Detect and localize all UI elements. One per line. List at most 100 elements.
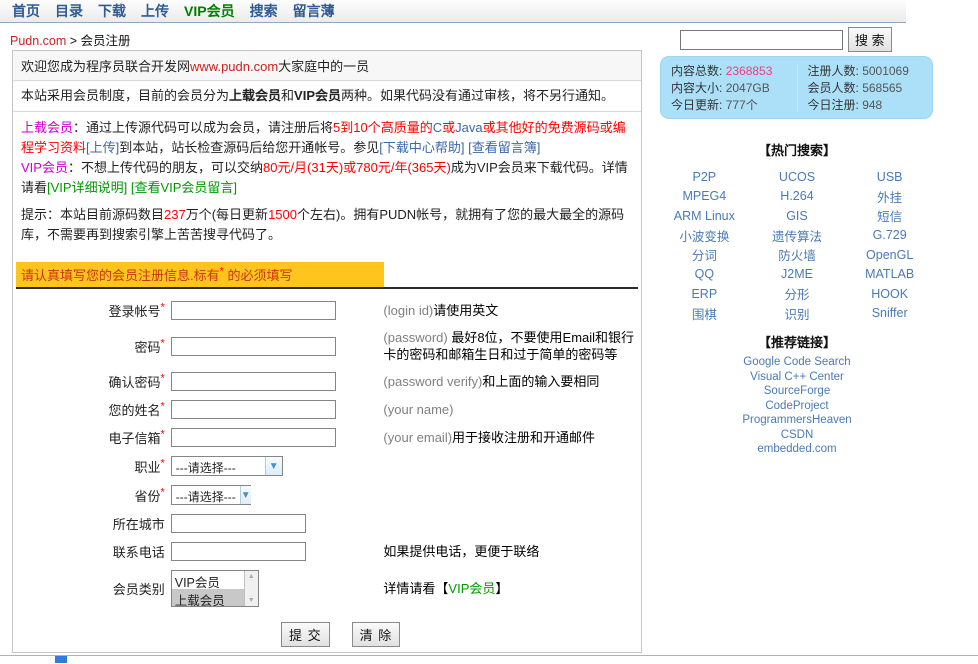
listbox-scrollbar[interactable]: ▲▼ xyxy=(244,571,258,606)
login-id-input[interactable] xyxy=(171,301,336,320)
hot-link[interactable]: 小波变换 xyxy=(658,226,751,246)
hot-link[interactable]: USB xyxy=(843,167,936,187)
hot-link[interactable]: 识别 xyxy=(751,304,844,324)
hot-link[interactable]: HOOK xyxy=(843,284,936,304)
recommended-links-panel: 【推荐链接】 Google Code Search Visual C++ Cen… xyxy=(658,332,936,457)
member-types-paragraph: 上载会员：通过上传源代码可以成为会员，请注册后将5到10个高质量的C或Java或… xyxy=(13,112,641,198)
clear-button[interactable]: 清 除 xyxy=(352,622,401,647)
password-input[interactable] xyxy=(171,337,336,356)
nav-download[interactable]: 下载 xyxy=(98,1,126,21)
hot-link[interactable]: MATLAB xyxy=(843,265,936,285)
stat-today-registered: 今日注册: 948 xyxy=(808,97,923,114)
nav-guestbook[interactable]: 留言薄 xyxy=(293,1,335,21)
form-row-phone: 联系电话 如果提供电话，更便于联络 xyxy=(13,542,641,561)
form-row-member-type: 会员类别 VIP会员 上载会员 ▲▼ 详情请看【VIP会员】 xyxy=(13,570,641,607)
nav-home[interactable]: 首页 xyxy=(12,1,40,21)
stat-content-size: 内容大小: 2047GB xyxy=(671,80,797,97)
hot-link[interactable]: G.729 xyxy=(843,226,936,246)
vip-member-link[interactable]: VIP会员 xyxy=(448,581,495,596)
province-select[interactable]: ---请选择---▼ xyxy=(171,485,251,505)
c-link[interactable]: C xyxy=(433,120,442,135)
hot-link[interactable]: QQ xyxy=(658,265,751,285)
search-input[interactable] xyxy=(680,30,843,50)
download-help-link[interactable]: [下载中心帮助] xyxy=(379,140,464,155)
hot-link[interactable]: UCOS xyxy=(751,167,844,187)
site-stats-panel: 内容总数: 2368853 内容大小: 2047GB 今日更新: 777个 注册… xyxy=(660,56,933,119)
breadcrumb: Pudn.com > 会员注册 xyxy=(10,30,131,49)
rec-link-embedded[interactable]: embedded.com xyxy=(658,442,936,457)
nav-search[interactable]: 搜索 xyxy=(250,1,278,21)
stats-left-column: 内容总数: 2368853 内容大小: 2047GB 今日更新: 777个 xyxy=(671,63,797,112)
hot-link[interactable]: P2P xyxy=(658,167,751,187)
upload-member-label: 上载会员 xyxy=(21,120,73,135)
hot-link[interactable]: 分词 xyxy=(658,245,751,265)
hot-link[interactable]: 围棋 xyxy=(658,304,751,324)
hot-link[interactable]: ARM Linux xyxy=(658,206,751,226)
nav-catalog[interactable]: 目录 xyxy=(55,1,83,21)
hot-link[interactable]: MPEG4 xyxy=(658,187,751,207)
recommended-links-title: 【推荐链接】 xyxy=(658,332,936,351)
registration-form: 登录帐号* (login id)请使用英文 密码* (password) 最好8… xyxy=(13,289,641,647)
hot-link[interactable]: GIS xyxy=(751,206,844,226)
rec-link-sourceforge[interactable]: SourceForge xyxy=(658,384,936,399)
stats-right-column: 注册人数: 5001069 会员人数: 568565 今日注册: 948 xyxy=(797,63,923,112)
breadcrumb-site-link[interactable]: Pudn.com xyxy=(10,34,66,48)
hot-link[interactable]: 分形 xyxy=(751,284,844,304)
form-row-occupation: 职业* ---请选择---▼ xyxy=(13,456,641,476)
view-guestbook-link[interactable]: [查看留言簿] xyxy=(468,140,540,155)
occupation-select[interactable]: ---请选择---▼ xyxy=(171,456,283,476)
hot-link[interactable]: ERP xyxy=(658,284,751,304)
rec-link-codeproject[interactable]: CodeProject xyxy=(658,399,936,414)
hot-search-panel: 【热门搜索】 P2PUCOSUSB MPEG4H.264外挂 ARM Linux… xyxy=(658,140,936,323)
pudn-home-link[interactable]: www.pudn.com xyxy=(190,59,278,74)
hot-link[interactable]: 防火墙 xyxy=(751,245,844,265)
hot-search-table: P2PUCOSUSB MPEG4H.264外挂 ARM LinuxGIS短信 小… xyxy=(658,167,936,323)
submit-button[interactable]: 提 交 xyxy=(281,622,330,647)
java-link[interactable]: Java xyxy=(455,120,482,135)
email-input[interactable] xyxy=(171,428,336,447)
scroll-up-icon: ▲ xyxy=(248,573,255,580)
form-row-password-verify: 确认密码* (password verify)和上面的输入要相同 xyxy=(13,372,641,391)
search-button[interactable]: 搜 索 xyxy=(848,27,892,52)
password-verify-input[interactable] xyxy=(171,372,336,391)
stat-registered-users: 注册人数: 5001069 xyxy=(808,63,923,80)
top-navbar: 首页 目录 下载 上传 VIP会员 搜索 留言薄 xyxy=(0,0,906,23)
welcome-row: 欢迎您成为程序员联合开发网www.pudn.com大家庭中的一员 xyxy=(13,51,641,81)
form-row-province: 省份* ---请选择---▼ xyxy=(13,485,641,505)
hot-link[interactable]: OpenGL xyxy=(843,245,936,265)
form-row-email: 电子信箱* (your email)用于接收注册和开通邮件 xyxy=(13,428,641,447)
chevron-down-icon: ▼ xyxy=(240,486,251,504)
hot-link[interactable]: J2ME xyxy=(751,265,844,285)
form-row-login: 登录帐号* (login id)请使用英文 xyxy=(13,301,641,320)
chevron-down-icon: ▼ xyxy=(265,457,282,475)
rec-link-google-code-search[interactable]: Google Code Search xyxy=(658,355,936,370)
rec-link-visual-cpp-center[interactable]: Visual C++ Center xyxy=(658,370,936,385)
hot-link[interactable]: 外挂 xyxy=(843,187,936,207)
form-row-name: 您的姓名* (your name) xyxy=(13,400,641,419)
rec-link-programmersheaven[interactable]: ProgrammersHeaven xyxy=(658,413,936,428)
main-content-box: 欢迎您成为程序员联合开发网www.pudn.com大家庭中的一员 本站采用会员制… xyxy=(12,50,642,653)
member-type-listbox[interactable]: VIP会员 上载会员 ▲▼ xyxy=(171,570,259,607)
hot-link[interactable]: 遗传算法 xyxy=(751,226,844,246)
vip-detail-link[interactable]: [VIP详细说明] xyxy=(47,180,127,195)
member-type-option-upload[interactable]: 上载会员 xyxy=(172,589,244,607)
nav-vip[interactable]: VIP会员 xyxy=(184,1,235,21)
form-row-city: 所在城市 xyxy=(13,514,641,533)
hot-link[interactable]: Sniffer xyxy=(843,304,936,324)
hot-search-title: 【热门搜索】 xyxy=(658,140,936,159)
your-name-input[interactable] xyxy=(171,400,336,419)
hot-link[interactable]: 短信 xyxy=(843,206,936,226)
tip-paragraph: 提示：本站目前源码数目237万个(每日更新1500个左右)。拥有PUDN帐号，就… xyxy=(13,198,641,252)
page-root: 首页 目录 下载 上传 VIP会员 搜索 留言薄 Pudn.com > 会员注册… xyxy=(0,0,978,664)
upload-link[interactable]: [上传] xyxy=(86,140,119,155)
member-type-option-vip[interactable]: VIP会员 xyxy=(172,571,244,589)
phone-input[interactable] xyxy=(171,542,306,561)
scroll-down-icon: ▼ xyxy=(248,597,255,604)
nav-upload[interactable]: 上传 xyxy=(141,1,169,21)
vip-guestbook-link[interactable]: [查看VIP会员留言] xyxy=(131,180,237,195)
hot-link[interactable]: H.264 xyxy=(751,187,844,207)
stat-members: 会员人数: 568565 xyxy=(808,80,923,97)
city-input[interactable] xyxy=(171,514,306,533)
vip-member-label: VIP会员 xyxy=(21,160,68,175)
rec-link-csdn[interactable]: CSDN xyxy=(658,428,936,443)
